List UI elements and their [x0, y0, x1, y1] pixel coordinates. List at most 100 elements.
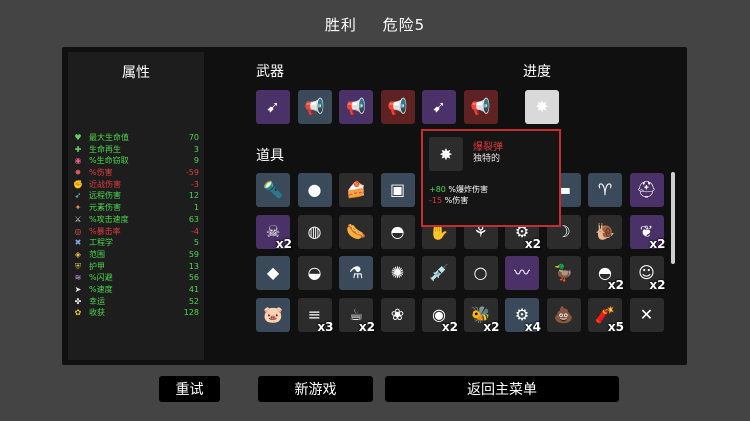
stats-panel: 属性 ♥ 最大生命值 70 ✚ 生命再生 3 ◉ %生命窃取 9 ✸ %伤害 -59 ✊ 近战伤害 -3 ➶ 远… — [68, 52, 204, 360]
item-quantity: x3 — [317, 319, 334, 334]
weapon-slot[interactable]: ➹ — [422, 90, 456, 124]
stat-icon: ⛨ — [75, 261, 81, 271]
stat-row: ✦ 元素伤害 1 — [73, 202, 199, 214]
item-slot[interactable]: 🐌 — [588, 214, 622, 249]
stat-value: 5 — [193, 238, 199, 248]
weapon-slot[interactable]: 📢 — [297, 90, 332, 124]
retry-button[interactable]: 重试 — [159, 376, 220, 402]
stat-row: ✖ 工程学 5 — [73, 237, 199, 249]
item-slot[interactable]: ◒ — [297, 256, 332, 290]
stat-label: 幸运 — [89, 296, 105, 306]
item-slot[interactable]: ○ — [463, 256, 498, 290]
weapon-slot[interactable]: 📢 — [339, 90, 373, 124]
item-slot[interactable]: ◍ — [297, 214, 332, 249]
stat-row: ◎ %暴击率 -4 — [73, 226, 200, 238]
item-slot[interactable]: ☕ x2 — [339, 297, 375, 334]
stat-row: ⚔ %攻击速度 63 — [73, 214, 199, 226]
item-quantity: x2 — [649, 278, 666, 292]
rocket-launcher-icon: ➹ — [266, 97, 280, 116]
stat-label: 近战伤害 — [89, 179, 121, 189]
item-quantity: x2 — [483, 319, 500, 334]
item-slot[interactable]: 🦆 — [546, 256, 581, 290]
item-slot[interactable]: ◓ — [380, 214, 415, 249]
stat-label: 元素伤害 — [89, 203, 121, 213]
item-slot[interactable]: ⚙ x4 — [505, 297, 541, 334]
item-slot[interactable]: ◓ x2 — [588, 256, 624, 292]
item-slot[interactable]: ✺ — [380, 256, 415, 290]
item-slot[interactable]: ✕ — [629, 297, 664, 332]
weapon-slot[interactable]: 📢 — [380, 90, 415, 124]
item-slot[interactable]: ⚗ — [339, 256, 373, 290]
item-slot[interactable]: ☠ x2 — [256, 214, 292, 251]
item-slot[interactable]: 🧨 x5 — [588, 297, 624, 334]
result-label: 胜利 — [324, 16, 357, 34]
item-tooltip: ✸ 爆裂弹 独特的 +80 %爆炸伤害 -15 %伤害 — [421, 129, 561, 227]
stat-value: 70 — [188, 133, 199, 142]
stat-label: %暴击率 — [89, 226, 121, 236]
item-slot[interactable]: ☺ x2 — [629, 256, 666, 292]
pig-icon: 🐷 — [263, 304, 283, 324]
helmet-icon: ◓ — [390, 221, 405, 241]
new-game-button[interactable]: 新游戏 — [258, 376, 373, 402]
stat-icon: ✦ — [74, 203, 82, 213]
stat-value: 1 — [193, 203, 199, 213]
item-slot[interactable]: ❦ x2 — [629, 214, 666, 251]
tooltip-effect: +80 %爆炸伤害 — [429, 184, 488, 195]
potion-icon: ⚗ — [348, 263, 364, 282]
stat-icon: ➤ — [74, 284, 82, 294]
rubber-duck-icon: 🦆 — [553, 263, 574, 282]
tooltip-item-type: 独特的 — [473, 154, 501, 164]
progress-slot[interactable]: ✸ — [525, 90, 559, 124]
item-slot[interactable]: 〰 — [505, 256, 539, 290]
stat-icon: ◉ — [74, 156, 82, 166]
item-slot[interactable]: 💩 — [546, 297, 581, 332]
item-quantity: x2 — [649, 236, 666, 251]
stat-value: 3 — [193, 144, 199, 154]
stat-value: -59 — [185, 168, 199, 178]
vest-icon: ▣ — [389, 180, 406, 199]
item-slot[interactable]: ▣ — [380, 173, 415, 207]
item-slot[interactable]: ⛑ — [629, 173, 664, 207]
stat-icon: ✤ — [74, 296, 82, 306]
item-quantity: x4 — [524, 319, 541, 334]
lasso-icon: ○ — [473, 263, 488, 282]
poop-icon: 💩 — [553, 304, 574, 324]
stat-label: %伤害 — [89, 168, 113, 178]
ghost-blob-icon: ● — [307, 180, 322, 199]
weapon-slot[interactable]: ➹ — [256, 90, 290, 124]
scarf-icon: 〰 — [513, 263, 530, 282]
coin-icon: ◍ — [307, 221, 322, 241]
item-quantity: x2 — [607, 278, 624, 292]
item-slot[interactable]: 🌭 — [339, 214, 373, 249]
main-menu-button[interactable]: 返回主菜单 — [385, 376, 619, 402]
item-slot[interactable]: 🐝 x2 — [463, 297, 500, 334]
item-slot[interactable]: 💉 — [422, 256, 456, 290]
item-slot[interactable]: ◉ x2 — [422, 297, 458, 334]
stat-label: %闪避 — [89, 273, 113, 283]
tooltip-effect-value: -15 — [429, 196, 443, 205]
weapon-slot[interactable]: 📢 — [463, 90, 498, 124]
stat-label: 范围 — [89, 249, 105, 259]
item-quantity: x5 — [607, 319, 624, 334]
item-slot[interactable]: 🍰 — [339, 173, 373, 207]
stat-list: ♥ 最大生命值 70 ✚ 生命再生 3 ◉ %生命窃取 9 ✸ %伤害 -59 ✊ 近战伤害 -3 ➶ 远程伤害… — [73, 132, 199, 319]
tooltip-effect-value: +80 — [429, 185, 446, 194]
crossed-out-icon: ✕ — [639, 304, 654, 324]
bowler-hat-icon: ◒ — [307, 263, 322, 282]
megaphone-icon: 📢 — [346, 97, 366, 116]
item-slot[interactable]: ❀ — [380, 297, 415, 332]
item-slot[interactable]: ◆ — [256, 256, 290, 290]
item-slot[interactable]: ≡ x3 — [297, 297, 334, 334]
stat-icon: ✿ — [74, 308, 82, 318]
item-slot[interactable]: ● — [297, 173, 332, 207]
item-slot[interactable]: ♈ — [588, 173, 622, 207]
item-slot[interactable]: 🔦 — [256, 173, 290, 207]
danger-level: 危险5 — [382, 16, 426, 34]
stat-icon: ≋ — [74, 273, 82, 283]
explosive-shell-icon: ✸ — [429, 137, 463, 171]
items-scrollbar[interactable] — [671, 172, 675, 264]
item-slot[interactable]: 🐷 — [256, 297, 290, 332]
run-result-header: 胜利 危险5 — [0, 14, 750, 35]
items-label: 道具 — [256, 148, 284, 164]
rocket-launcher-icon: ➹ — [432, 97, 446, 116]
